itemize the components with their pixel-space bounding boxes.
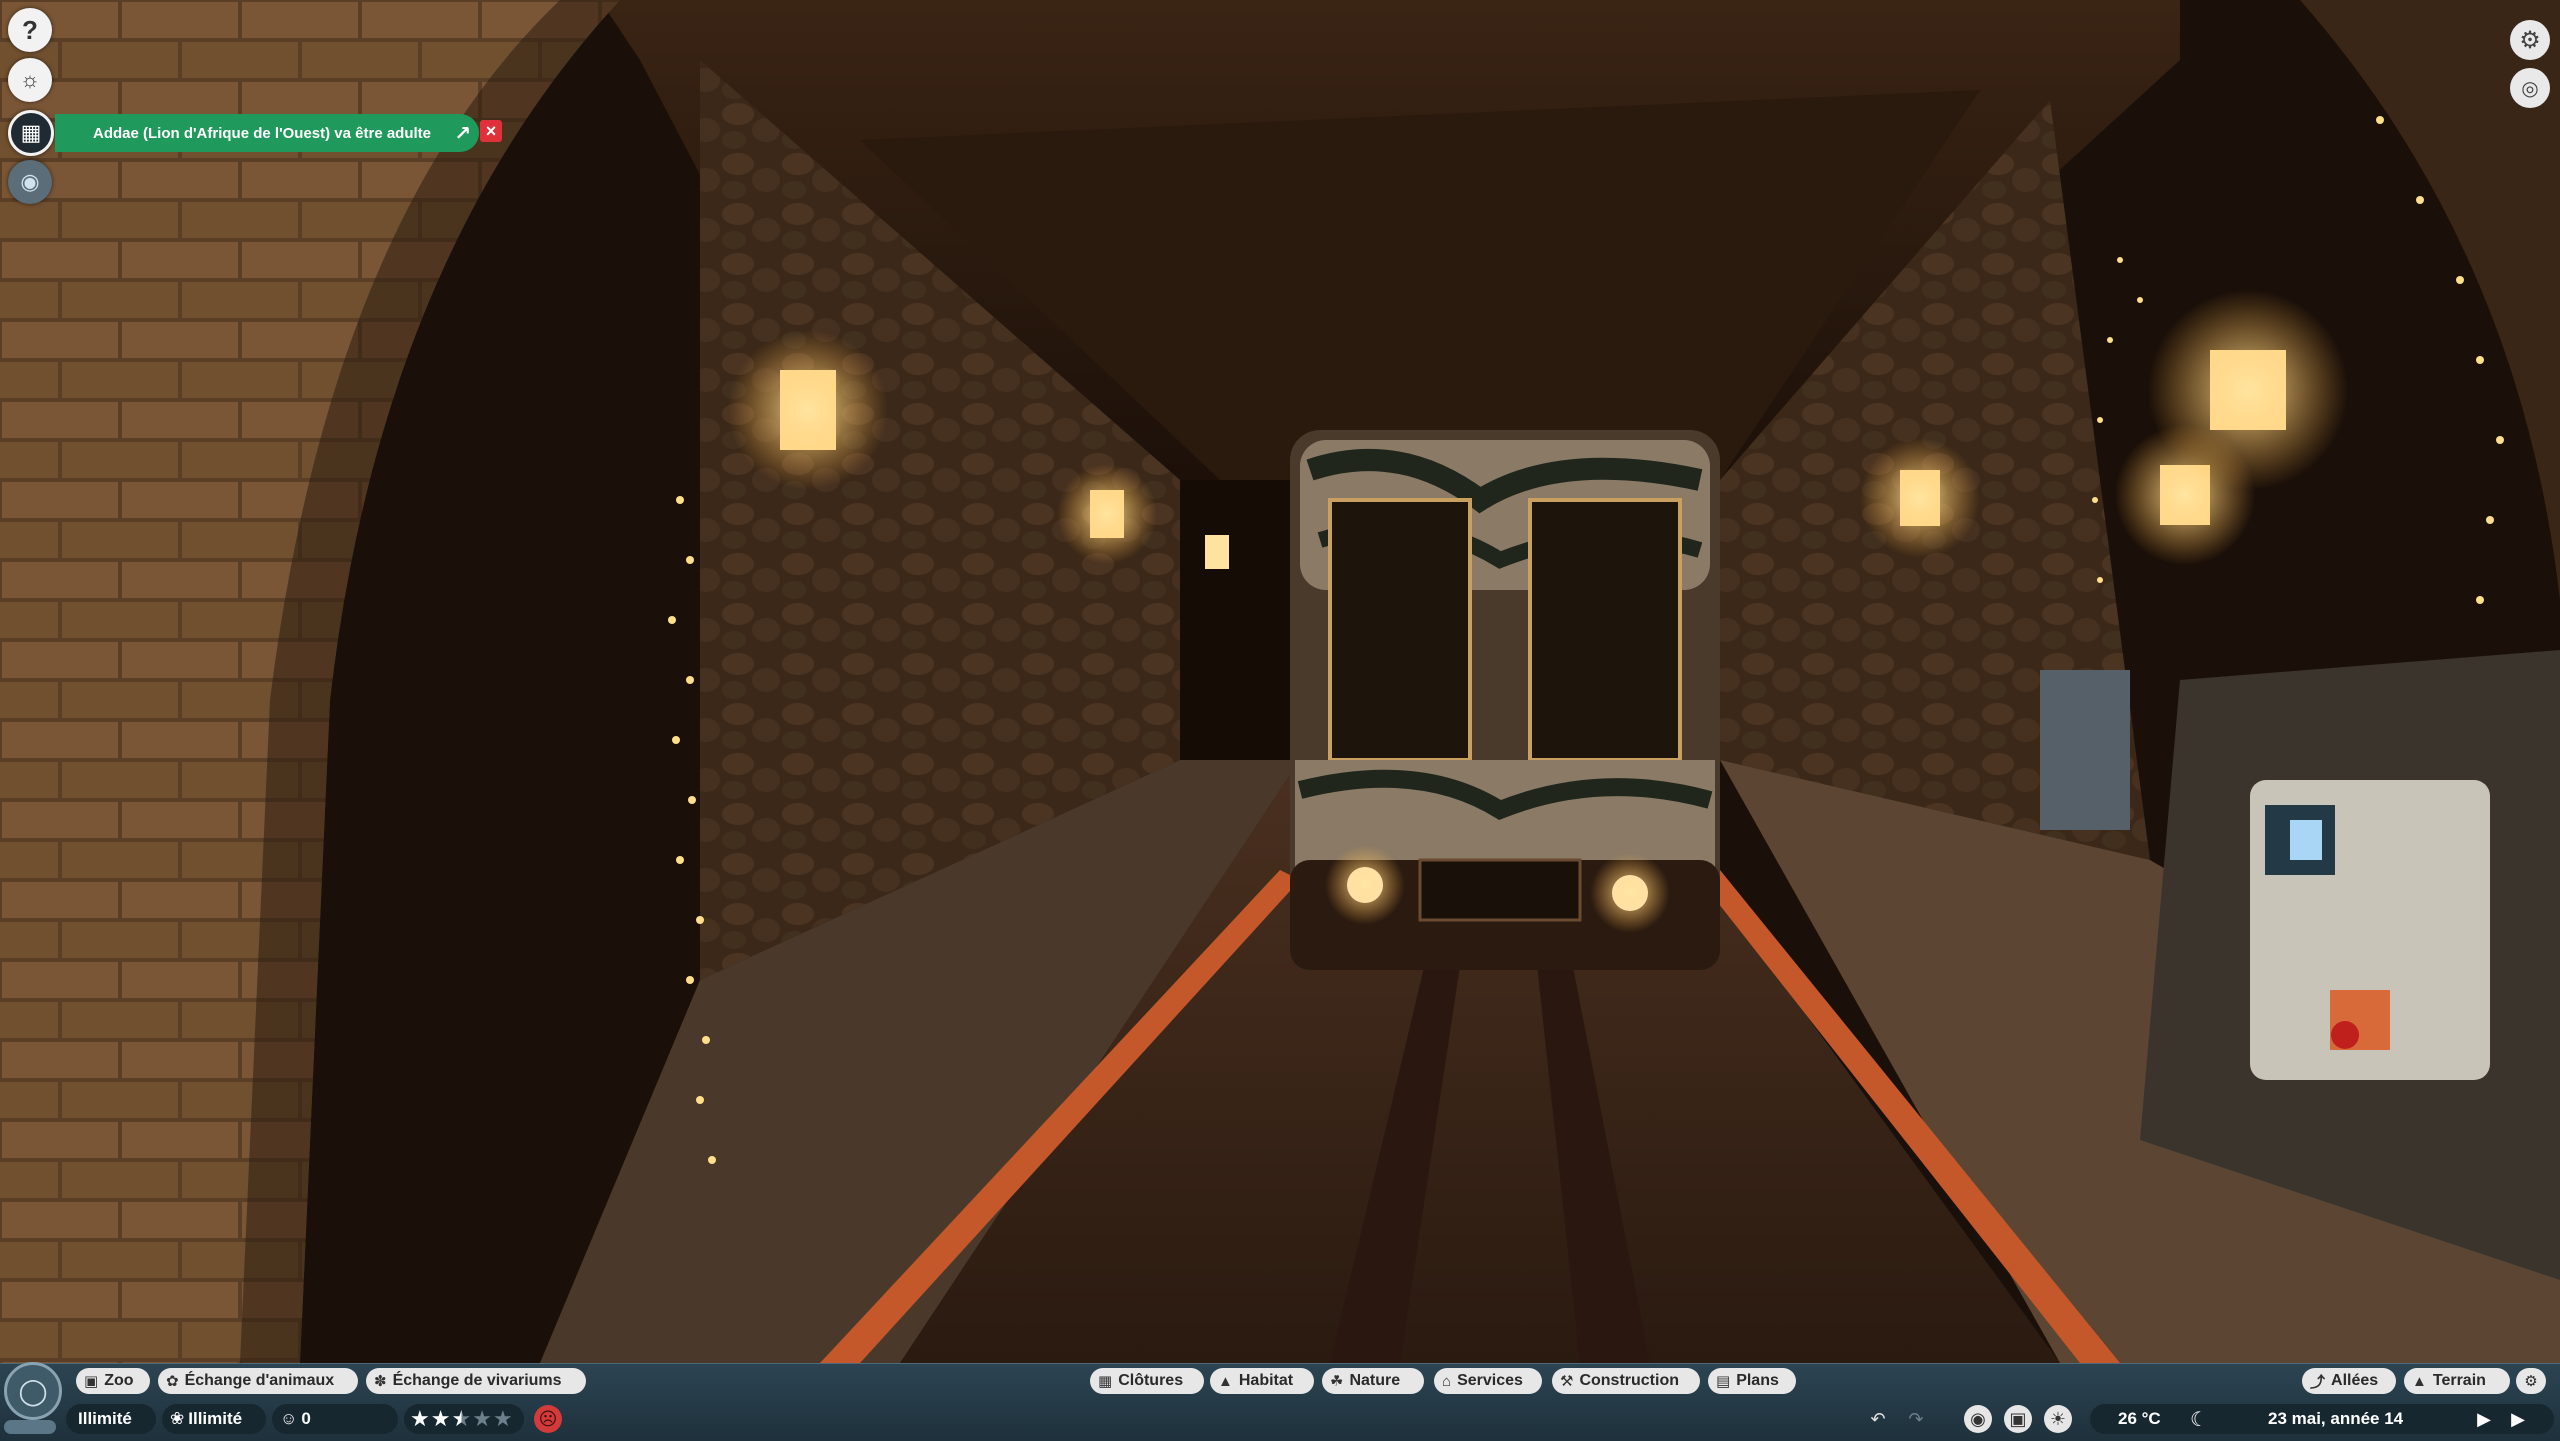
rating-star-3: ★ — [451, 1406, 473, 1431]
tab-plans-label: Plans — [1736, 1372, 1779, 1389]
notification-text: Addae (Lion d'Afrique de l'Ouest) va êtr… — [93, 124, 432, 142]
screen-icon: ▣ — [2009, 1408, 2027, 1429]
money-value[interactable]: Illimité — [78, 1404, 132, 1434]
zoo-icon: ▣ — [84, 1373, 99, 1390]
zoo-rating[interactable]: ★ ★ ★ ★ ★ — [410, 1404, 514, 1434]
tab-services-label: Services — [1457, 1372, 1523, 1389]
camera-mode-button[interactable]: ◉ — [1964, 1405, 1992, 1433]
sun-icon: ☀ — [2049, 1408, 2067, 1429]
view-mode-button[interactable]: ▣ — [2004, 1405, 2032, 1433]
animals-button[interactable]: ☼ — [8, 58, 52, 102]
tab-plans[interactable]: ▤ Plans — [1708, 1368, 1796, 1394]
guests-display[interactable]: ☺ 0 — [280, 1404, 311, 1434]
hammer-icon: ⚒ — [1560, 1373, 1574, 1390]
fence-icon: ▦ — [1098, 1373, 1113, 1390]
tab-paths-label: Allées — [2331, 1372, 2379, 1389]
leaf-icon: ❀ — [170, 1409, 185, 1428]
tab-animal-trade[interactable]: ✿ Échange d'animaux — [158, 1368, 358, 1394]
tab-construction[interactable]: ⚒ Construction — [1552, 1368, 1700, 1394]
rating-star-2: ★ — [430, 1406, 452, 1431]
close-icon: × — [485, 120, 497, 141]
zoo-menu-icon: ◯ — [18, 1375, 48, 1406]
tree-icon: ☘ — [1330, 1373, 1344, 1390]
undo-icon: ↶ — [1870, 1408, 1886, 1429]
mood-indicator[interactable]: ☹ — [534, 1404, 562, 1434]
play-speed-1-button[interactable]: ▶ — [2470, 1405, 2498, 1433]
calendar-button[interactable]: ▦ — [8, 110, 54, 156]
eye-icon: ◉ — [20, 169, 40, 194]
rating-star-4: ★ — [472, 1406, 493, 1431]
camera-icon: ◎ — [2521, 77, 2539, 100]
tab-fences[interactable]: ▦ Clôtures — [1090, 1368, 1204, 1394]
rating-star-1: ★ — [410, 1406, 431, 1431]
tab-construction-label: Construction — [1579, 1372, 1679, 1389]
settings-button[interactable]: ⚙ — [2510, 20, 2550, 60]
options-icon: ⚙ — [2524, 1373, 2538, 1390]
tab-habitat[interactable]: ▲ Habitat — [1210, 1368, 1314, 1394]
external-link-icon[interactable]: ↗ — [454, 121, 471, 146]
sad-face-icon: ☹ — [534, 1405, 562, 1433]
tab-paths[interactable]: ⤴ Allées — [2302, 1368, 2396, 1394]
tab-vivarium-trade[interactable]: ✽ Échange de vivariums — [366, 1368, 586, 1394]
vision-button[interactable]: ◉ — [8, 160, 52, 204]
tab-habitat-label: Habitat — [1238, 1372, 1294, 1389]
paw-icon: ✿ — [166, 1373, 179, 1390]
guests-value: 0 — [301, 1409, 311, 1428]
play-icon: ▶ — [2477, 1408, 2491, 1429]
gear-icon: ⚙ — [2519, 26, 2541, 54]
path-icon: ⤴ — [2310, 1373, 2326, 1391]
tab-animal-trade-label: Échange d'animaux — [184, 1372, 335, 1389]
terrain-icon: ▲ — [2412, 1372, 2427, 1390]
blueprint-icon: ▤ — [1716, 1373, 1731, 1390]
guests-icon: ☺ — [280, 1409, 298, 1428]
calendar-icon: ▦ — [20, 120, 42, 145]
game-date: 23 mai, année 14 — [2268, 1409, 2404, 1428]
help-button[interactable]: ? — [8, 8, 52, 52]
zoo-menu-button[interactable]: ◯ — [4, 1362, 62, 1420]
shop-icon: ⌂ — [1442, 1372, 1452, 1390]
play-speed-2-button[interactable]: ▶ — [2504, 1405, 2532, 1433]
tab-zoo-label: Zoo — [104, 1372, 134, 1389]
hud-toggle[interactable] — [4, 1420, 56, 1434]
tab-fences-label: Clôtures — [1118, 1372, 1184, 1389]
habitat-icon: ▲ — [1218, 1372, 1233, 1390]
tab-terrain-label: Terrain — [2432, 1372, 2486, 1389]
tunnel-scene — [0, 0, 2560, 1440]
temperature: 26 °C — [2118, 1409, 2161, 1428]
help-icon: ? — [22, 14, 38, 45]
day-night-button[interactable]: ☀ — [2044, 1405, 2072, 1433]
tab-nature-label: Nature — [1349, 1372, 1401, 1389]
tab-vivarium-trade-label: Échange de vivariums — [392, 1372, 562, 1389]
undo-button[interactable]: ↶ — [1864, 1405, 1892, 1433]
research-display[interactable]: ❀ Illimité — [170, 1404, 242, 1434]
moon-icon: ☾ — [2190, 1408, 2208, 1431]
redo-button[interactable]: ↷ — [1902, 1405, 1930, 1433]
redo-icon: ↷ — [1908, 1408, 1924, 1429]
tab-nature[interactable]: ☘ Nature — [1322, 1368, 1424, 1394]
photo-icon: ◉ — [1970, 1408, 1986, 1429]
game-viewport[interactable] — [0, 0, 2560, 1440]
fast-forward-icon: ▶ — [2511, 1408, 2525, 1429]
bug-icon: ✽ — [374, 1373, 387, 1390]
research-value: Illimité — [188, 1409, 243, 1428]
animal-icon: ☼ — [19, 67, 41, 92]
tab-services[interactable]: ⌂ Services — [1434, 1368, 1542, 1394]
tab-terrain[interactable]: ▲ Terrain — [2404, 1368, 2510, 1394]
notification-close-button[interactable]: × — [480, 120, 502, 142]
notification-banner[interactable]: Addae (Lion d'Afrique de l'Ouest) va êtr… — [55, 114, 479, 152]
toolbar-options-button[interactable]: ⚙ — [2516, 1368, 2546, 1394]
camera-button[interactable]: ◎ — [2510, 68, 2550, 108]
rating-star-5: ★ — [492, 1406, 514, 1431]
tab-zoo[interactable]: ▣ Zoo — [76, 1368, 150, 1394]
